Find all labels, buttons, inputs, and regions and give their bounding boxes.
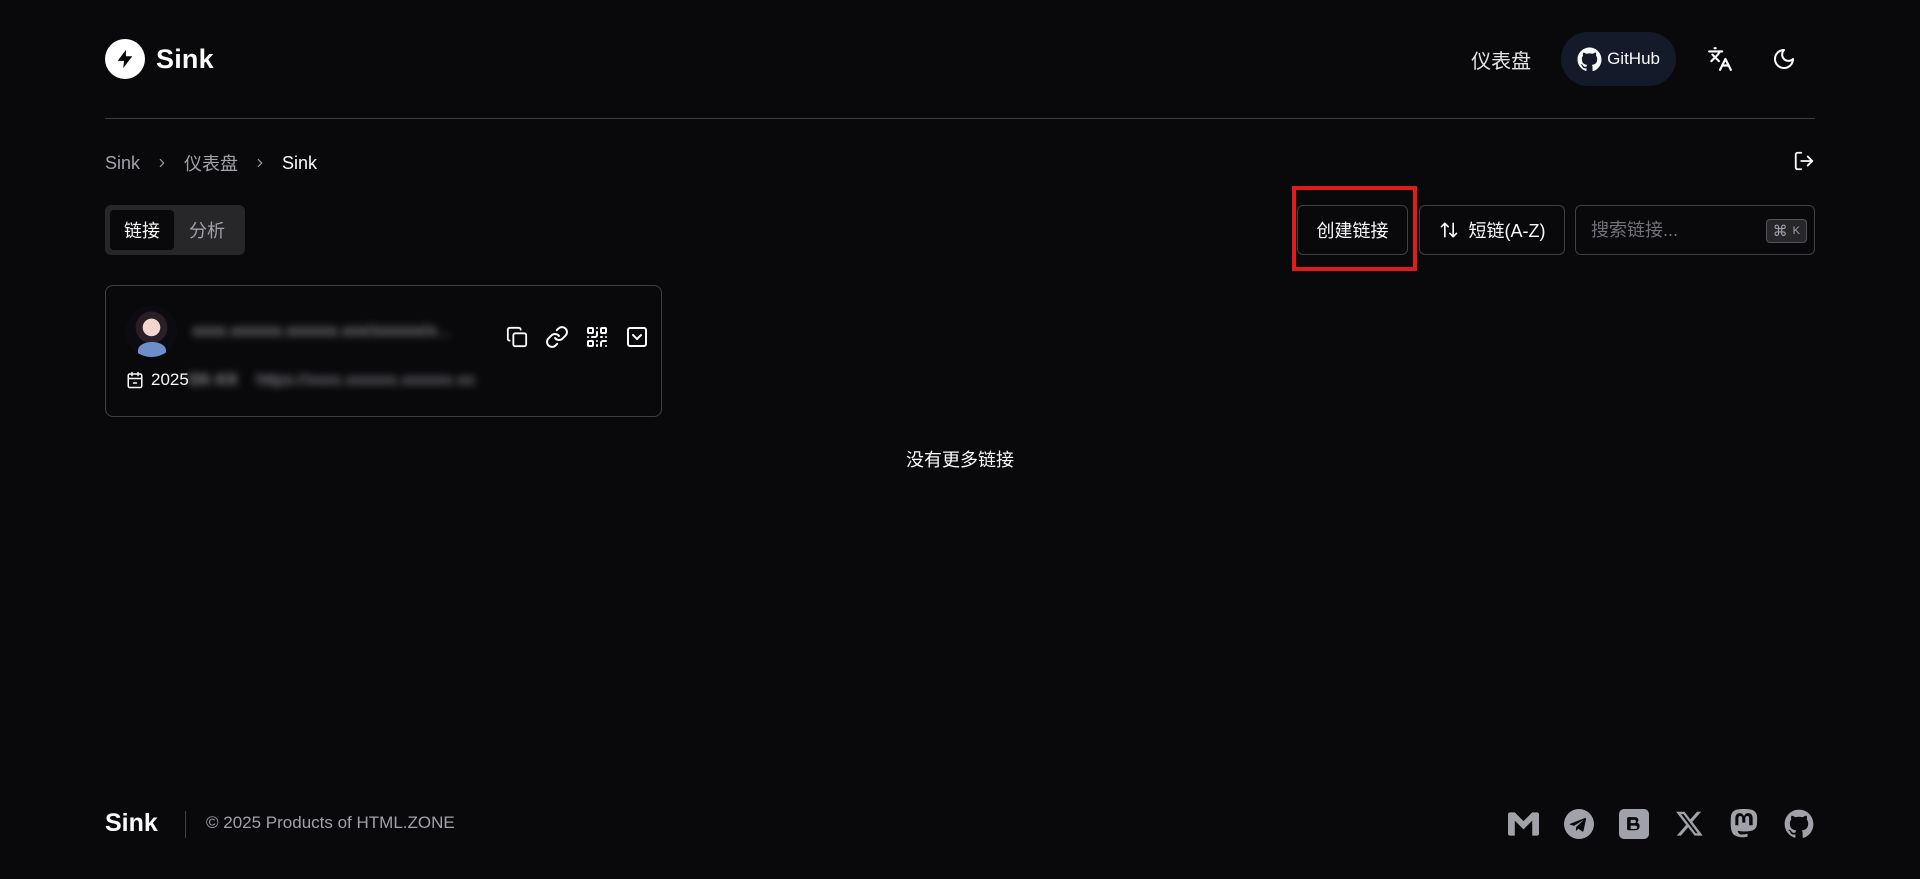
- link-card[interactable]: xxxx.xxxxxx.xxxxxx.xxx/xxxxxx/x... 2025 …: [105, 285, 662, 417]
- github-icon[interactable]: [1781, 806, 1816, 841]
- blog-icon[interactable]: [1616, 806, 1651, 841]
- moon-icon[interactable]: [1764, 39, 1804, 79]
- link-meta: 2025 0X-XX https://xxxx.xxxxxx.xxxxxx.xx…: [126, 370, 476, 390]
- breadcrumb-dashboard[interactable]: 仪表盘: [184, 150, 238, 176]
- logout-icon[interactable]: [1793, 150, 1815, 172]
- chevron-right-icon: [155, 156, 169, 170]
- link-icon[interactable]: [537, 317, 577, 357]
- link-date: 2025: [151, 370, 189, 389]
- link-actions: [497, 317, 657, 357]
- top-nav: 仪表盘 GitHub: [1471, 32, 1815, 86]
- social-links: [1506, 806, 1816, 841]
- footer-copyright: © 2025 Products of HTML.ZONE: [206, 813, 455, 832]
- email-icon[interactable]: [1506, 806, 1541, 841]
- sort-label: 短链(A-Z): [1468, 221, 1546, 241]
- site-header: Sink 仪表盘 GitHub: [105, 0, 1815, 119]
- link-date-hidden: 0X-XX: [188, 370, 238, 389]
- bolt-icon: [105, 39, 145, 79]
- sort-arrows-icon: [1439, 220, 1469, 240]
- github-label: GitHub: [1607, 49, 1660, 68]
- mastodon-icon[interactable]: [1726, 806, 1761, 841]
- x-icon[interactable]: [1671, 806, 1706, 841]
- breadcrumb-current: Sink: [282, 152, 318, 173]
- telegram-icon[interactable]: [1561, 806, 1596, 841]
- calendar-icon: [126, 371, 144, 389]
- search-input[interactable]: [1576, 206, 1814, 254]
- chevron-down-square-icon[interactable]: [617, 317, 657, 357]
- translate-icon[interactable]: [1700, 39, 1740, 79]
- qr-code-icon[interactable]: [577, 317, 617, 357]
- breadcrumb-home[interactable]: Sink: [105, 153, 140, 174]
- link-target-url[interactable]: https://xxxx.xxxxxx.xxxxxx.xxx: [256, 370, 476, 390]
- link-slug[interactable]: xxxx.xxxxxx.xxxxxx.xxx/xxxxxx/x...: [192, 321, 492, 341]
- github-button[interactable]: GitHub: [1561, 32, 1676, 86]
- view-tabs: 链接 分析: [105, 205, 245, 255]
- tab-links[interactable]: 链接: [110, 210, 174, 250]
- footer-divider: [185, 811, 186, 838]
- logo-text: Sink: [156, 43, 214, 74]
- github-icon: [1577, 47, 1607, 72]
- avatar: [126, 306, 177, 357]
- tab-analytics[interactable]: 分析: [174, 210, 240, 250]
- footer-brand[interactable]: Sink: [105, 809, 158, 838]
- create-link-button[interactable]: 创建链接: [1297, 205, 1408, 255]
- dashboard-link[interactable]: 仪表盘: [1471, 45, 1531, 74]
- sort-button[interactable]: 短链(A-Z): [1419, 205, 1565, 255]
- search-box: ⌘ K: [1575, 205, 1815, 255]
- breadcrumb: Sink 仪表盘 Sink: [105, 150, 317, 176]
- list-end-message: 没有更多链接: [906, 450, 1014, 470]
- copy-icon[interactable]: [497, 317, 537, 357]
- logo-link[interactable]: Sink: [105, 39, 214, 79]
- chevron-right-icon: [253, 156, 267, 170]
